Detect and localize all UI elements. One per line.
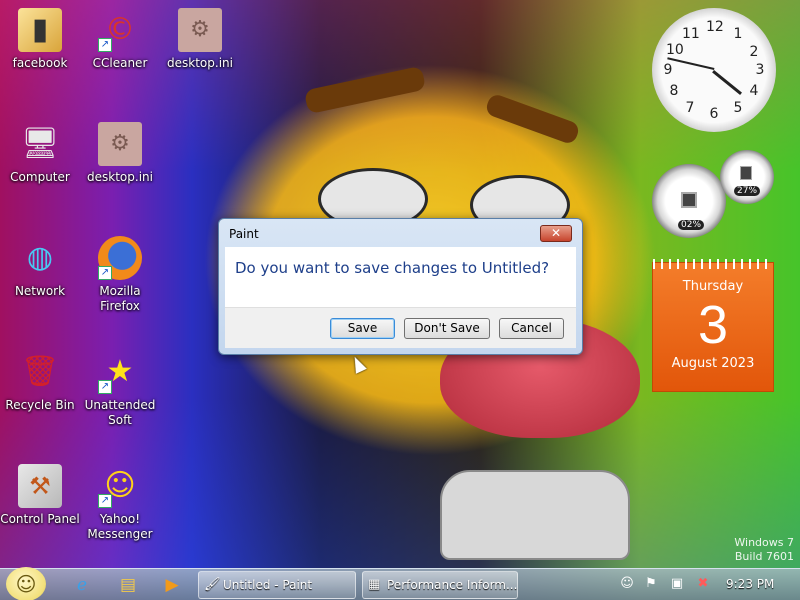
- memory-percent: 27%: [734, 186, 761, 196]
- taskbar-window-label: Performance Inform...: [387, 578, 518, 592]
- recycle-bin-icon: 🗑: [20, 354, 60, 389]
- internet-explorer-icon[interactable]: ℯ: [70, 573, 94, 597]
- firefox-icon: ↗: [98, 236, 142, 280]
- clock-gadget[interactable]: 12 1 2 3 4 5 6 7 8 9 10 11: [652, 8, 776, 132]
- desktop-icon-label: Network: [14, 284, 66, 298]
- desktop-icon-label: Yahoo! Messenger: [87, 512, 153, 541]
- dialog-body: Do you want to save changes to Untitled?: [225, 247, 576, 307]
- shortcut-arrow-icon: ↗: [98, 266, 112, 280]
- mouse-cursor: [349, 354, 367, 374]
- control-panel-icon: ⚒: [18, 464, 62, 508]
- desktop-icon-desktop-ini[interactable]: ⚙ desktop.ini: [160, 8, 240, 71]
- taskbar-clock[interactable]: 9:23 PM: [726, 577, 774, 591]
- desktop-icon-computer[interactable]: 🖥 Computer: [0, 122, 80, 185]
- desktop-icon-label: desktop.ini: [87, 170, 153, 184]
- cancel-button[interactable]: Cancel: [499, 318, 564, 339]
- network-icon: ◍: [26, 240, 54, 275]
- clock-number: 9: [663, 62, 673, 78]
- ini-file-icon: ⚙: [98, 122, 142, 166]
- windows-build-watermark: Windows 7 Build 7601: [734, 536, 794, 564]
- facebook-folder-icon: ▮: [18, 8, 62, 52]
- desktop-icon-desktop-ini-2[interactable]: ⚙ desktop.ini: [80, 122, 160, 185]
- watermark-build: Build 7601: [734, 550, 794, 563]
- clock-number: 3: [755, 62, 765, 78]
- clock-number: 2: [749, 44, 759, 60]
- cpu-percent: 02%: [678, 220, 705, 230]
- clock-number: 5: [733, 100, 743, 116]
- taskbar-window-label: Untitled - Paint: [223, 578, 313, 592]
- messenger-tray-icon[interactable]: ☺: [618, 575, 636, 593]
- clock-hour-hand: [712, 70, 742, 95]
- start-button[interactable]: ☺: [6, 567, 46, 600]
- calendar-weekday: Thursday: [682, 279, 744, 294]
- clock-number: 8: [669, 83, 679, 99]
- wallpaper-smiley-brow-left: [303, 65, 427, 115]
- memory-icon: [740, 166, 752, 180]
- performance-icon: ▦: [368, 577, 381, 592]
- computer-icon: 🖥: [20, 126, 60, 161]
- desktop-icon-ccleaner[interactable]: © ↗ CCleaner: [80, 8, 160, 71]
- star-icon: ★ ↗: [98, 350, 142, 394]
- yahoo-messenger-icon: ☺ ↗: [98, 464, 142, 508]
- desktop-icon-facebook[interactable]: ▮ facebook: [0, 8, 80, 71]
- dialog-message: Do you want to save changes to Untitled?: [235, 259, 550, 277]
- ini-file-icon: ⚙: [178, 8, 222, 52]
- shortcut-arrow-icon: ↗: [98, 380, 112, 394]
- action-center-flag-icon[interactable]: ⚑: [642, 575, 660, 593]
- desktop-icon-network[interactable]: ◍ Network: [0, 236, 80, 299]
- clock-number: 10: [666, 42, 684, 58]
- wallpaper-smiley-shoe: [440, 470, 630, 560]
- desktop-icon-firefox[interactable]: ↗ Mozilla Firefox: [80, 236, 160, 314]
- ccleaner-icon: © ↗: [98, 8, 142, 52]
- cpu-icon: [681, 192, 697, 208]
- desktop-icon-label: desktop.ini: [167, 56, 233, 70]
- calendar-gadget[interactable]: Thursday 3 August 2023: [652, 259, 774, 392]
- close-button[interactable]: ✕: [540, 225, 572, 242]
- network-tray-icon[interactable]: ▣: [668, 575, 686, 593]
- shortcut-arrow-icon: ↗: [98, 494, 112, 508]
- clock-number: 7: [685, 100, 695, 116]
- shortcut-arrow-icon: ↗: [98, 38, 112, 52]
- desktop-icon-recycle-bin[interactable]: 🗑 Recycle Bin: [0, 350, 80, 413]
- desktop-icon-unattended-soft[interactable]: ★ ↗ Unattended Soft: [80, 350, 160, 428]
- clock-number: 12: [706, 19, 724, 35]
- desktop-icon-label: Unattended Soft: [84, 398, 156, 427]
- wallpaper-smiley-brow-right: [484, 92, 581, 146]
- taskbar-window-performance[interactable]: ▦ Performance Inform...: [362, 571, 518, 599]
- desktop-icon-control-panel[interactable]: ⚒ Control Panel: [0, 464, 80, 527]
- paint-icon: 🖌: [204, 577, 221, 592]
- clock-number: 6: [709, 106, 719, 122]
- save-button[interactable]: Save: [330, 318, 395, 339]
- desktop-icon-label: CCleaner: [92, 56, 148, 70]
- explorer-folder-icon[interactable]: ▤: [116, 573, 140, 597]
- close-icon: ✕: [550, 226, 562, 240]
- cpu-gauge: 02%: [652, 164, 726, 238]
- watermark-os: Windows 7: [734, 536, 794, 549]
- clock-number: 1: [733, 26, 743, 42]
- clock-number: 11: [682, 26, 700, 42]
- desktop-icon-label: facebook: [12, 56, 68, 70]
- volume-muted-icon[interactable]: ✖: [694, 575, 712, 593]
- desktop-icon-label: Computer: [10, 170, 70, 184]
- desktop-icon-label: Control Panel: [0, 512, 80, 526]
- desktop-icon-label: Mozilla Firefox: [99, 284, 141, 313]
- dialog-title: Paint: [229, 227, 259, 241]
- start-smiley-icon: ☺: [15, 572, 37, 596]
- calendar-month-year: August 2023: [671, 356, 755, 371]
- dialog-footer: Save Don't Save Cancel: [225, 307, 576, 348]
- calendar-day: 3: [697, 295, 729, 355]
- media-player-icon[interactable]: ▶: [160, 573, 184, 597]
- save-changes-dialog: Paint ✕ Do you want to save changes to U…: [218, 218, 583, 355]
- clock-number: 4: [749, 83, 759, 99]
- taskbar-window-paint[interactable]: 🖌 Untitled - Paint: [198, 571, 356, 599]
- calendar-rings: [653, 259, 773, 269]
- dont-save-button[interactable]: Don't Save: [404, 318, 490, 339]
- desktop-icon-label: Recycle Bin: [5, 398, 75, 412]
- cpu-meter-gadget[interactable]: 02% 27%: [652, 150, 778, 240]
- memory-gauge: 27%: [720, 150, 774, 204]
- taskbar: ☺ ℯ ▤ ▶ 🖌 Untitled - Paint ▦ Performance…: [0, 567, 800, 600]
- desktop-icon-yahoo-messenger[interactable]: ☺ ↗ Yahoo! Messenger: [80, 464, 160, 542]
